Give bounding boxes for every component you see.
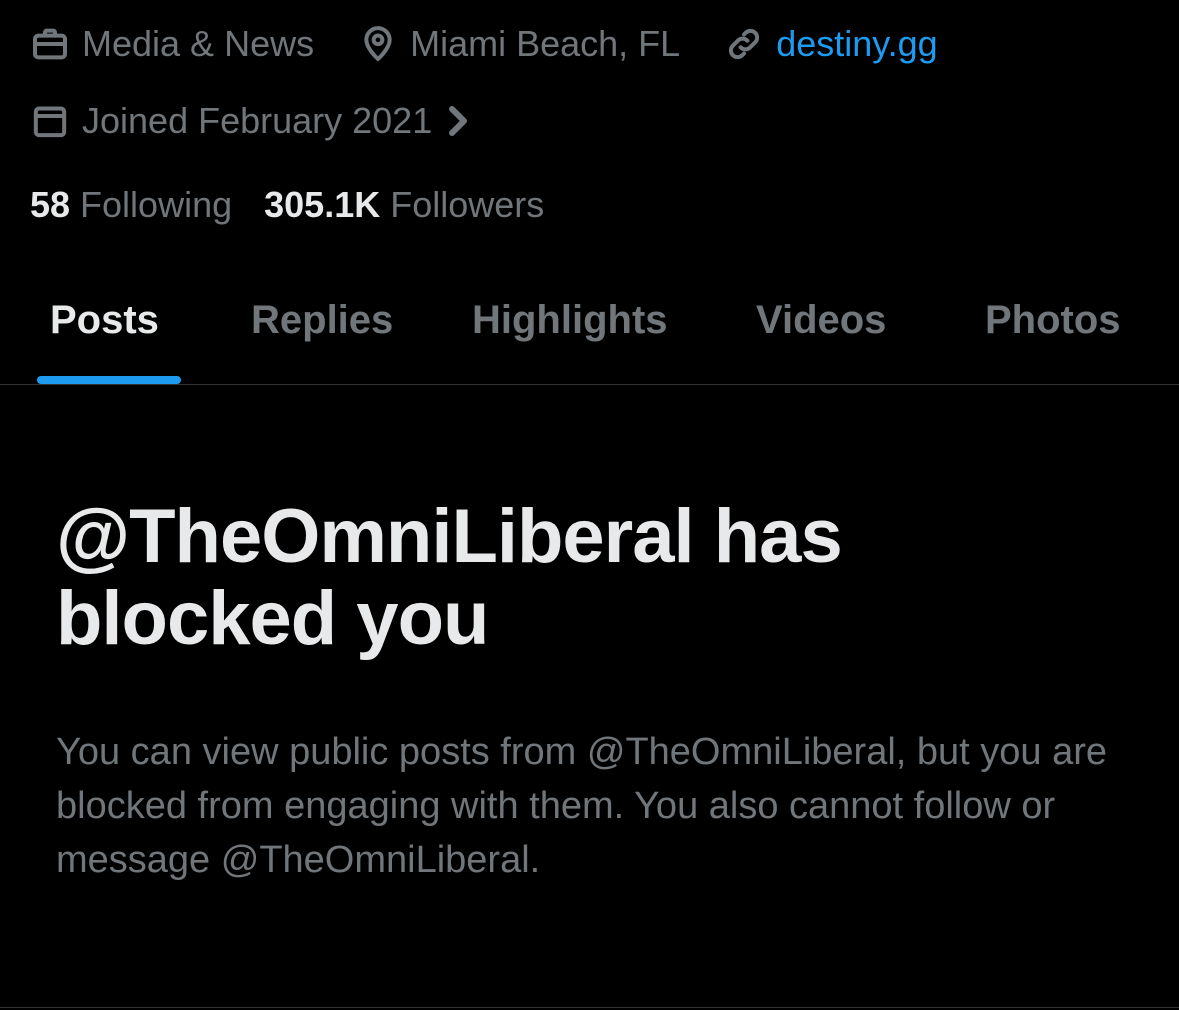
tab-posts[interactable]: Posts [50, 295, 159, 345]
profile-joined-row[interactable]: Joined February 2021 [30, 99, 514, 143]
profile-website[interactable]: destiny.gg [724, 22, 938, 66]
profile-location: Miami Beach, FL [358, 22, 680, 66]
blocked-message: You can view public posts from @TheOmniL… [56, 731, 1108, 881]
tab-photos[interactable]: Photos [985, 295, 1121, 345]
tab-highlights[interactable]: Highlights [472, 295, 668, 345]
followers-label: Followers [390, 184, 545, 225]
bottom-divider [0, 1007, 1179, 1008]
follow-stats: 58 Following 305.1K Followers [30, 183, 576, 227]
following-stat[interactable]: 58 Following [30, 183, 232, 227]
profile-meta-row: Media & News Miami Beach, FL destiny.gg [30, 22, 982, 66]
profile-joined-text: Joined February 2021 [82, 100, 433, 141]
profile-tabs: Posts Replies Highlights Videos Photos [0, 260, 1179, 385]
profile-category: Media & News [30, 22, 314, 66]
location-pin-icon [358, 24, 398, 64]
link-icon [724, 24, 764, 64]
calendar-icon [30, 101, 70, 141]
followers-stat[interactable]: 305.1K Followers [264, 183, 544, 227]
blocked-title: @TheOmniLiberal has blocked you [56, 494, 843, 661]
chevron-right-icon [446, 105, 470, 137]
tab-replies[interactable]: Replies [251, 295, 393, 345]
active-tab-indicator [37, 376, 181, 384]
profile-location-text: Miami Beach, FL [410, 23, 681, 64]
tab-videos[interactable]: Videos [756, 295, 886, 345]
profile-joined[interactable]: Joined February 2021 [30, 99, 470, 143]
following-label: Following [80, 184, 233, 225]
followers-count: 305.1K [264, 184, 381, 225]
following-count: 58 [30, 184, 71, 225]
profile-category-text: Media & News [82, 23, 315, 64]
profile-website-link[interactable]: destiny.gg [776, 22, 937, 66]
briefcase-icon [30, 24, 70, 64]
